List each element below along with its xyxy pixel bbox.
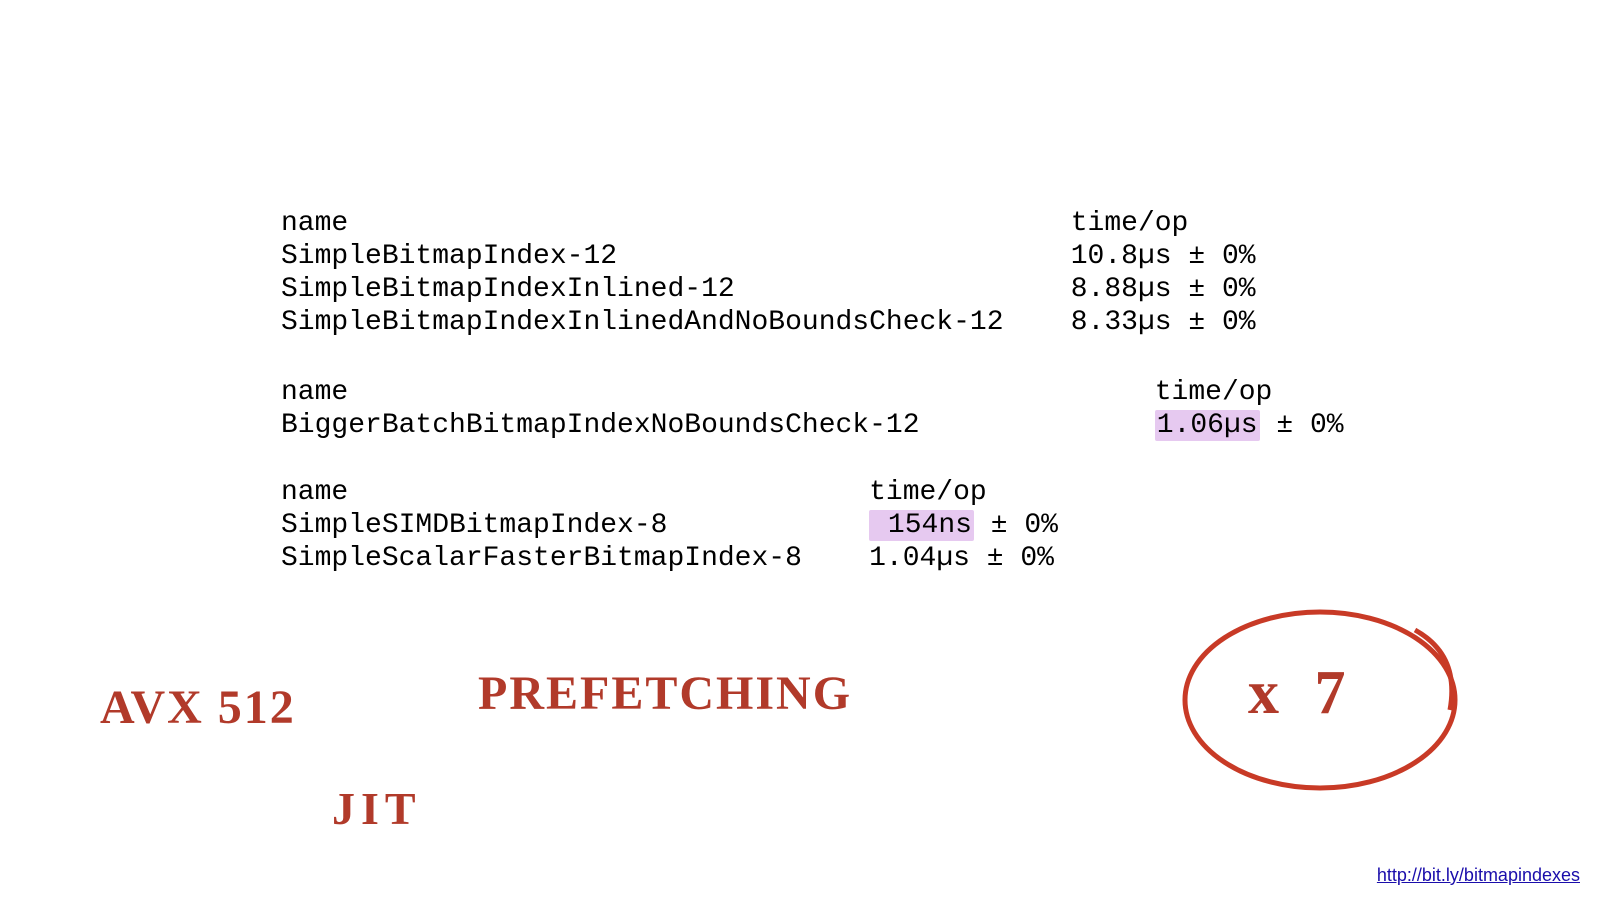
benchmark-block-3: name time/opSimpleSIMDBitmapIndex-8 154n… [281, 476, 1058, 575]
benchmark-header: name time/op [281, 207, 1256, 240]
benchmark-block-2: name time/opBiggerBatchBitmapIndexNoBoun… [281, 376, 1344, 442]
benchmark-row: SimpleBitmapIndexInlined-12 8.88µs ± 0% [281, 273, 1256, 306]
annotation-avx512: AVX 512 [100, 680, 296, 735]
benchmark-header: name time/op [281, 376, 1344, 409]
benchmark-block-1: name time/opSimpleBitmapIndex-12 10.8µs … [281, 207, 1256, 339]
annotation-multiplier: x 7 [1248, 658, 1356, 729]
benchmark-row: SimpleSIMDBitmapIndex-8 154ns ± 0% [281, 509, 1058, 542]
footer-link[interactable]: http://bit.ly/bitmapindexes [1377, 865, 1580, 886]
benchmark-row: SimpleBitmapIndex-12 10.8µs ± 0% [281, 240, 1256, 273]
annotation-prefetching: PREFETCHING [478, 666, 852, 721]
annotation-jit: JIT [332, 782, 422, 835]
benchmark-header: name time/op [281, 476, 1058, 509]
benchmark-row: BiggerBatchBitmapIndexNoBoundsCheck-12 1… [281, 409, 1344, 442]
benchmark-row: SimpleScalarFasterBitmapIndex-8 1.04µs ±… [281, 542, 1058, 575]
benchmark-row: SimpleBitmapIndexInlinedAndNoBoundsCheck… [281, 306, 1256, 339]
highlighted-value: 1.06µs [1155, 410, 1260, 441]
highlighted-value: 154ns [869, 510, 974, 541]
